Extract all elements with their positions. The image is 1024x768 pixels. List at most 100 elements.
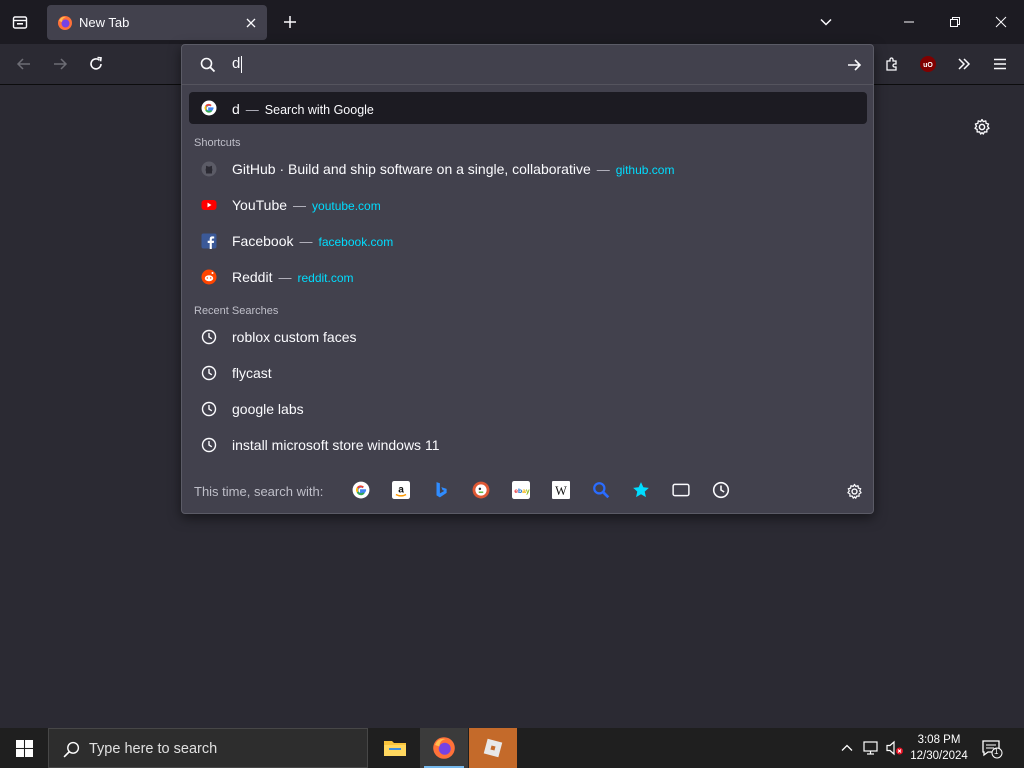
- search-icon: [198, 55, 218, 75]
- google-icon: [201, 100, 217, 116]
- amazon-engine-button[interactable]: a: [392, 481, 410, 499]
- heuristic-result-row[interactable]: d — Search with Google: [189, 92, 867, 124]
- separator: —: [293, 198, 307, 213]
- svg-text:uO: uO: [923, 62, 933, 69]
- bookmarks-button[interactable]: [632, 481, 650, 499]
- urlbar-input[interactable]: d: [232, 55, 832, 75]
- minimize-icon: [904, 21, 914, 23]
- bing-engine-button[interactable]: [432, 481, 450, 499]
- reload-button[interactable]: [82, 50, 110, 78]
- recent-search-text: install microsoft store windows 11: [232, 437, 440, 453]
- history-button[interactable]: [712, 481, 730, 499]
- shortcuts-group-label: Shortcuts: [194, 137, 241, 149]
- shortcut-url: github.com: [615, 163, 675, 177]
- urlbar-popup: d d — Search with Google Shortcuts GitHub …: [181, 44, 874, 514]
- separator: —: [278, 270, 292, 285]
- chevron-double-right-icon: [958, 58, 971, 70]
- youtube-icon: [201, 197, 217, 213]
- shortcut-row-youtube[interactable]: YouTube — youtube.com: [189, 189, 867, 221]
- taskbar-file-explorer[interactable]: [371, 728, 419, 768]
- separator: —: [299, 234, 313, 249]
- recent-search-row[interactable]: roblox custom faces: [189, 321, 867, 353]
- folder-icon: [384, 741, 406, 756]
- minimize-button[interactable]: [886, 0, 932, 44]
- google-icon: [352, 481, 370, 499]
- shortcut-url: youtube.com: [312, 199, 381, 213]
- app-menu-button[interactable]: [986, 50, 1014, 78]
- tab-title: New Tab: [79, 15, 130, 30]
- go-button[interactable]: [842, 53, 866, 77]
- hamburger-icon: [994, 58, 1006, 70]
- taskbar-firefox[interactable]: [420, 728, 468, 768]
- history-icon: [712, 481, 730, 499]
- shortcut-row-reddit[interactable]: Reddit — reddit.com: [189, 261, 867, 293]
- google-engine-button[interactable]: [352, 481, 370, 499]
- github-icon: [201, 161, 217, 177]
- personalize-button[interactable]: [970, 115, 994, 139]
- notification-icon: [982, 740, 1003, 759]
- recent-search-text: google labs: [232, 401, 304, 417]
- list-all-tabs-button[interactable]: [814, 10, 838, 34]
- notification-center-button[interactable]: 1: [980, 738, 1004, 760]
- firefox-icon: [433, 737, 455, 759]
- network-icon: [863, 741, 878, 755]
- search-icon: [61, 739, 81, 759]
- recent-search-row[interactable]: install microsoft store windows 11: [189, 429, 867, 461]
- amazon-icon: a: [392, 481, 410, 499]
- clock-time: 3:08 PM: [917, 734, 961, 746]
- volume-button[interactable]: [885, 738, 905, 758]
- extensions-button[interactable]: [878, 50, 906, 78]
- system-clock[interactable]: 3:08 PM 12/30/2024: [904, 732, 974, 764]
- firefox-view-icon: [12, 16, 28, 29]
- chevron-down-icon: [820, 18, 832, 26]
- restore-icon: [950, 17, 960, 27]
- taskbar-search-box[interactable]: Type here to search: [48, 728, 368, 768]
- recent-search-text: roblox custom faces: [232, 329, 357, 345]
- start-button[interactable]: [0, 728, 48, 768]
- shortcut-row-facebook[interactable]: Facebook — facebook.com: [189, 225, 867, 257]
- search-with-label: This time, search with:: [194, 484, 324, 499]
- new-tab-button[interactable]: [278, 10, 302, 34]
- arrow-right-icon: [54, 58, 68, 70]
- facebook-icon: [201, 233, 217, 249]
- wikipedia-engine-button[interactable]: W: [552, 481, 570, 499]
- ebay-engine-button[interactable]: ebay: [512, 481, 530, 499]
- close-icon: [995, 16, 1007, 28]
- recent-search-row[interactable]: google labs: [189, 393, 867, 425]
- tabs-button[interactable]: [672, 481, 690, 499]
- close-window-button[interactable]: [978, 0, 1024, 44]
- arrow-left-icon: [16, 58, 30, 70]
- shortcut-row-github[interactable]: GitHub · Build and ship software on a si…: [189, 153, 867, 185]
- windows-taskbar: Type here to search 3:08 PM 12/30/2024 1: [0, 728, 1024, 768]
- firefox-icon: [58, 15, 72, 30]
- recent-search-text: flycast: [232, 365, 272, 381]
- duckduckgo-engine-button[interactable]: [472, 481, 490, 499]
- svg-text:a: a: [398, 484, 404, 495]
- show-hidden-icons-button[interactable]: [837, 738, 857, 758]
- duckduckgo-icon: [472, 481, 490, 499]
- recent-search-row[interactable]: flycast: [189, 357, 867, 389]
- overflow-menu-button[interactable]: [950, 50, 978, 78]
- bing-icon: [436, 482, 447, 498]
- separator: —: [245, 102, 259, 117]
- shortcut-title: GitHub · Build and ship software on a si…: [232, 161, 591, 177]
- recent-searches-group-label: Recent Searches: [194, 305, 279, 317]
- search-settings-button[interactable]: [844, 481, 864, 501]
- taskbar-roblox[interactable]: [469, 728, 517, 768]
- speaker-muted-icon: [886, 740, 903, 756]
- ublock-origin-button[interactable]: uO: [914, 50, 942, 78]
- firefox-view-button[interactable]: [8, 10, 32, 34]
- gear-icon: [974, 118, 990, 135]
- bookmarks-search-button[interactable]: [592, 481, 610, 499]
- network-button[interactable]: [861, 738, 881, 758]
- restore-button[interactable]: [932, 0, 978, 44]
- tab-close-button[interactable]: [241, 13, 261, 33]
- shortcut-title: YouTube: [232, 197, 288, 213]
- history-icon: [201, 365, 217, 381]
- back-button[interactable]: [10, 50, 38, 78]
- forward-button[interactable]: [46, 50, 74, 78]
- ublock-icon: uO: [920, 56, 936, 72]
- puzzle-icon: [886, 57, 897, 71]
- tab-new-tab[interactable]: New Tab: [47, 5, 267, 40]
- tab-strip: New Tab: [0, 0, 1024, 44]
